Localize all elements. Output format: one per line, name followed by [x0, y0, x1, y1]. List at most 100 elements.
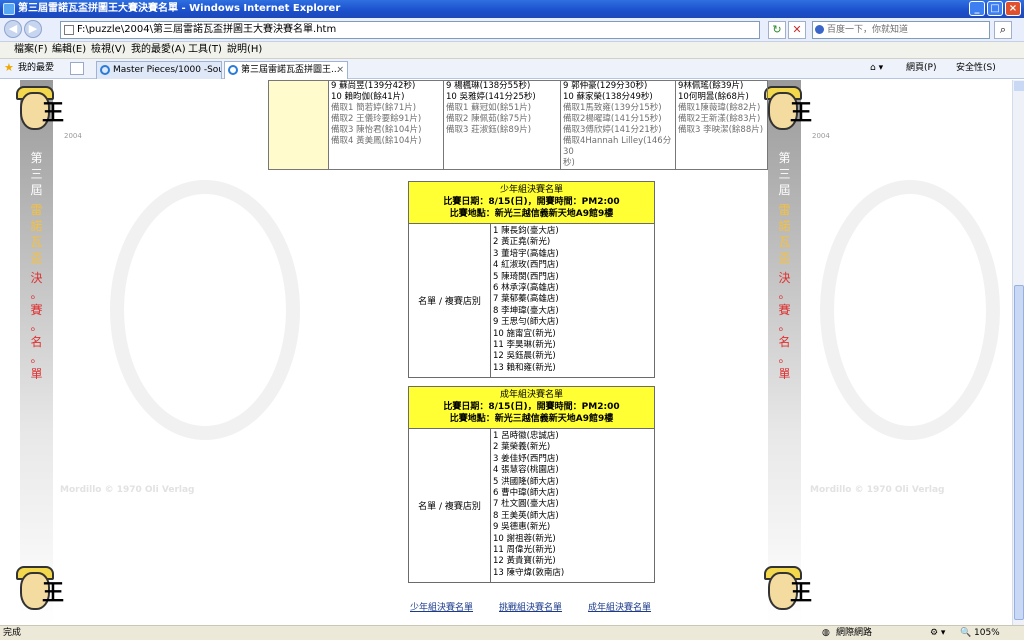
search-icon[interactable]: ⌕ [994, 21, 1012, 39]
vertical-scrollbar[interactable] [1012, 80, 1024, 625]
list-item: 10 謝祖蓉(新光) [493, 533, 556, 544]
ie-tab-icon [228, 65, 238, 75]
watermark-figure-right [820, 180, 1000, 440]
banner-text-red: 決。賽。名。單 [30, 271, 43, 381]
page-menu[interactable]: 網頁(P) [906, 59, 936, 77]
banner-text-gold: 雷諾瓦盃 [778, 203, 791, 265]
list-item: 7 杜文圓(臺大店) [493, 499, 559, 510]
list-item: 9 吳德惠(新光) [493, 522, 551, 533]
menu-favorites[interactable]: 我的最愛(A) [131, 42, 186, 58]
menu-edit[interactable]: 編輯(E) [52, 42, 86, 58]
junior-label: 名單 / 複賽店別 [408, 223, 491, 378]
link-challenge-finals[interactable]: 挑戰組決賽名單 [499, 600, 562, 613]
top-results-table: 9 蘇尚昱(139分42秒) 10 賴昀伽(餘41片) 備取1 簡若婷(餘71片)… [268, 80, 768, 170]
ie-icon [3, 3, 15, 15]
globe-icon: ◍ [822, 628, 830, 638]
list-item: 2 葉榮義(新光) [493, 442, 551, 453]
home-icon[interactable]: ⌂ ▾ [870, 59, 883, 77]
scroll-up-button[interactable] [1014, 81, 1024, 91]
top-table-label-cell [268, 80, 329, 170]
zoom-level[interactable]: 105% [974, 626, 1000, 640]
mascot-logo: 王 [14, 84, 66, 136]
list-item: 12 黃貴寶(新光) [493, 556, 556, 567]
list-item: 5 洪國隆(師大店) [493, 476, 559, 487]
search-input[interactable]: 百度一下，你就知道 [812, 21, 990, 39]
list-item: 13 陳守煒(敦南店) [493, 567, 565, 578]
safety-menu[interactable]: 安全性(S) [956, 59, 996, 77]
list-item: 6 曹中瑋(師大店) [493, 488, 559, 499]
right-banner: 王 2004 第三屆 雷諾瓦盃 決。賽。名。單 王 [764, 80, 830, 625]
list-item: 3 姜佳妤(西門店) [493, 453, 559, 464]
minimize-button[interactable]: _ [969, 1, 985, 16]
list-item: 3 董培宇(高雄店) [493, 248, 559, 259]
page-content: 王 2004 第三屆 雷諾瓦盃 決。賽。名。單 王 王 2004 第 三 屆 雷… [0, 80, 1012, 625]
address-url: F:\puzzle\2004\第三屆雷諾瓦盃拼圖王大賽決賽名單.htm [77, 24, 337, 35]
adult-finals-table: 成年組決賽名單 比賽日期：8/15(日)，開賽時間：PM2:00 比賽地點：新光… [408, 386, 655, 583]
list-item: 1 呂時徽(忠誠店) [493, 431, 559, 441]
list-item: 11 李昊琳(新光) [493, 340, 556, 351]
menu-tools[interactable]: 工具(T) [188, 42, 222, 58]
menu-help[interactable]: 說明(H) [227, 42, 262, 58]
mascot-logo-bottom: 王 [762, 564, 814, 616]
banner-text-gold: 雷諾瓦盃 [30, 203, 43, 265]
page-icon [64, 25, 74, 35]
status-bar: 完成 ◍ 網際網路 ⚙ ▾ 🔍 105% [0, 625, 1024, 640]
title-bar: 第三屆雷諾瓦盃拼圖王大賽決賽名單 - Windows Internet Expl… [0, 0, 1024, 18]
tab-label: Master Pieces/1000 -Soul of t... [113, 65, 221, 75]
junior-finals-table: 少年組決賽名單 比賽日期：8/15(日)，開賽時間：PM2:00 比賽地點：新光… [408, 181, 655, 378]
list-item: 13 賴和雍(新光) [493, 362, 556, 373]
menu-bar: 檔案(F) 編輯(E) 檢視(V) 我的最愛(A) 工具(T) 說明(H) [0, 42, 1024, 59]
search-provider-icon [815, 25, 824, 34]
forward-button[interactable]: ▶ [24, 20, 42, 38]
protected-mode-icon[interactable]: ⚙ ▾ [930, 626, 945, 640]
junior-names: 1 陳長鈞(臺大店) 2 黃正堯(新光) 3 董培宇(高雄店) 4 紅淑玫(西門… [490, 223, 655, 378]
watermark-copyright-left: Mordillo © 1970 Oli Verlag [60, 485, 195, 495]
list-item: 6 林承淳(高雄店) [493, 283, 559, 294]
list-item: 8 王美英(師大店) [493, 510, 559, 521]
close-button[interactable]: × [1005, 1, 1021, 16]
left-banner: 王 2004 第三屆 雷諾瓦盃 決。賽。名。單 王 [16, 80, 82, 625]
adult-label: 名單 / 複賽店別 [408, 428, 491, 583]
maximize-button[interactable]: □ [987, 1, 1003, 16]
list-item: 4 紅淑玫(西門店) [493, 260, 559, 271]
adult-venue: 比賽地點：新光三越信義新天地A9館9樓 [449, 414, 614, 424]
junior-title: 少年組決賽名單 [499, 185, 563, 195]
tab-master-pieces[interactable]: Master Pieces/1000 -Soul of t... [96, 61, 222, 79]
list-item: 12 吳鈺晨(新光) [493, 351, 556, 362]
star-icon: ★ [4, 61, 14, 74]
quick-tabs-icon[interactable] [70, 62, 84, 75]
link-adult-finals[interactable]: 成年組決賽名單 [588, 600, 651, 613]
junior-date: 比賽日期：8/15(日)，開賽時間：PM2:00 [443, 197, 620, 207]
address-toolbar: ◀ ▶ F:\puzzle\2004\第三屆雷諾瓦盃拼圖王大賽決賽名單.htm … [0, 18, 1024, 42]
adult-header: 成年組決賽名單 比賽日期：8/15(日)，開賽時間：PM2:00 比賽地點：新光… [408, 386, 655, 429]
zoom-icon[interactable]: 🔍 [960, 626, 971, 640]
list-item: 2 黃正堯(新光) [493, 237, 551, 248]
menu-file[interactable]: 檔案(F) [14, 42, 48, 58]
link-junior-finals[interactable]: 少年組決賽名單 [410, 600, 473, 613]
adult-date: 比賽日期：8/15(日)，開賽時間：PM2:00 [443, 402, 620, 412]
banner-text-top: 第三屆 [30, 151, 43, 197]
back-button[interactable]: ◀ [4, 20, 22, 38]
refresh-button[interactable]: ↻ [768, 21, 786, 39]
close-tab-icon[interactable]: × [336, 62, 344, 78]
banner-text-top: 第三屆 [778, 151, 791, 197]
tab-finalists[interactable]: 第三屆雷諾瓦盃拼圖王... × [224, 61, 348, 79]
top-col-2: 9 楊楓琳(138分55秒) 10 吳雅婷(141分25秒) 備取1 蘇冠如(餘5… [443, 80, 561, 170]
menu-view[interactable]: 檢視(V) [91, 42, 126, 58]
stop-button[interactable]: ✕ [788, 21, 806, 39]
favorites-button[interactable]: ★ 我的最愛 [4, 59, 54, 77]
tab-bar: ★ 我的最愛 Master Pieces/1000 -Soul of t... … [0, 59, 1024, 79]
scrollbar-thumb[interactable] [1014, 285, 1024, 620]
list-item: 4 張慧容(桃園店) [493, 465, 559, 476]
list-item: 5 陳琦閔(西門店) [493, 271, 559, 282]
junior-venue: 比賽地點：新光三越信義新天地A9館9樓 [449, 209, 614, 219]
list-item: 8 李坤瑋(臺大店) [493, 305, 559, 316]
list-item: 11 周偉光(新光) [493, 545, 556, 556]
adult-title: 成年組決賽名單 [499, 390, 563, 400]
mascot-logo: 王 [762, 84, 814, 136]
top-col-1: 9 蘇尚昱(139分42秒) 10 賴昀伽(餘41片) 備取1 簡若婷(餘71片)… [328, 80, 444, 170]
search-placeholder: 百度一下，你就知道 [827, 25, 909, 35]
zone-label: 網際網路 [836, 628, 873, 638]
address-bar[interactable]: F:\puzzle\2004\第三屆雷諾瓦盃拼圖王大賽決賽名單.htm [60, 21, 760, 39]
mascot-logo-bottom: 王 [14, 564, 66, 616]
